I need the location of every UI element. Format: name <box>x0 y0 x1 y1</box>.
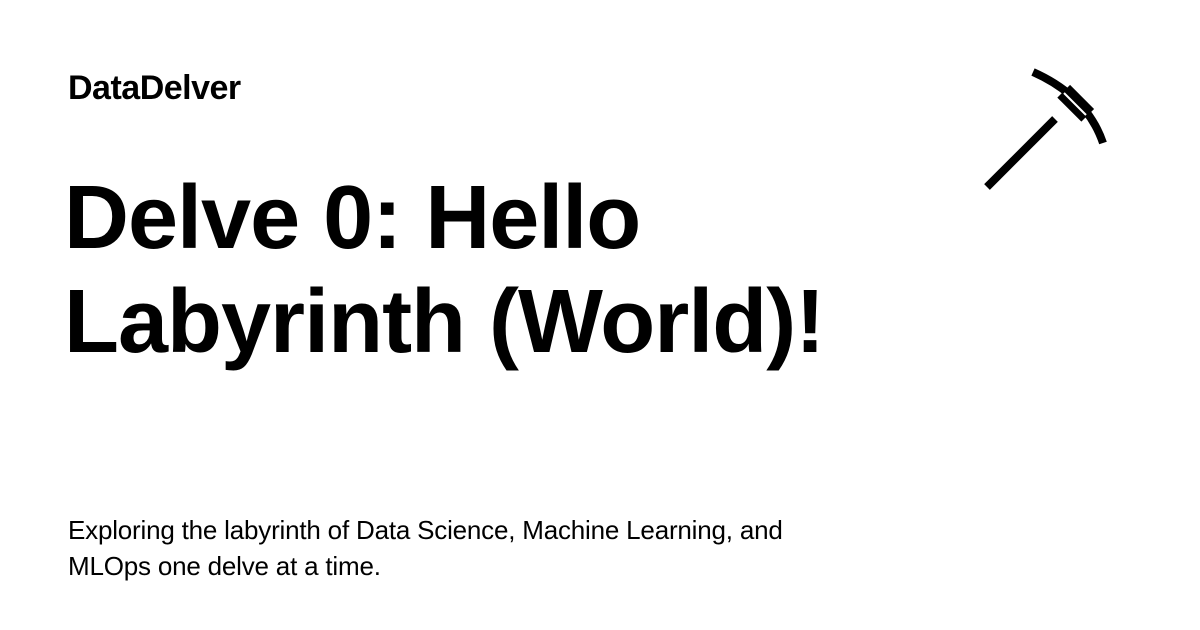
post-title-line-2: Labyrinth (World)! <box>64 272 825 372</box>
social-card: DataDelver Delve 0: Hello Labyrinth (Wor… <box>0 0 1200 630</box>
post-description-line-1: Exploring the labyrinth of Data Science,… <box>68 515 783 545</box>
post-title: Delve 0: Hello Labyrinth (World)! <box>64 166 944 374</box>
pickaxe-icon <box>984 68 1107 190</box>
post-title-line-1: Delve 0: Hello <box>64 168 641 268</box>
post-description: Exploring the labyrinth of Data Science,… <box>68 512 888 584</box>
post-description-line-2: MLOps one delve at a time. <box>68 551 381 581</box>
brand-name: DataDelver <box>68 69 241 107</box>
